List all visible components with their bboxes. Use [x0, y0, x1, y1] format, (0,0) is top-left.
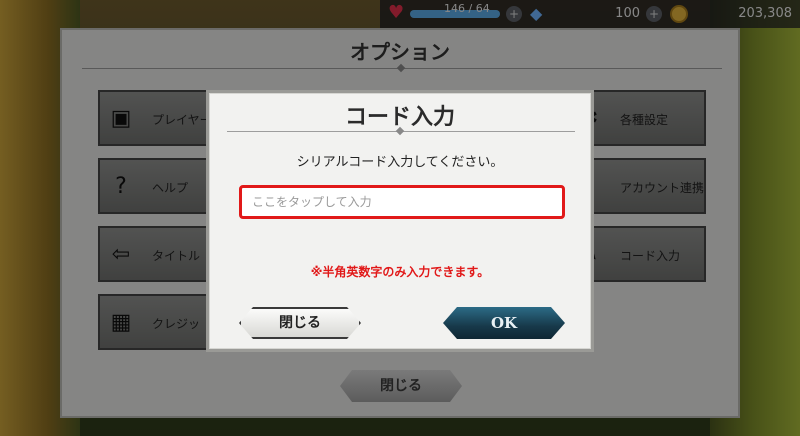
options-close-button[interactable]: 閉じる	[340, 370, 462, 402]
dialog-ok-button[interactable]: OK	[443, 307, 565, 339]
input-note: ※半角英数字のみ入力できます。	[310, 265, 490, 279]
dialog-message: シリアルコード入力してください。	[296, 155, 504, 170]
dialog-close-button[interactable]: 閉じる	[239, 307, 361, 339]
serial-code-input[interactable]	[239, 185, 565, 219]
code-input-dialog: コード入力 シリアルコード入力してください。 ※半角英数字のみ入力できます。 閉…	[206, 90, 594, 352]
